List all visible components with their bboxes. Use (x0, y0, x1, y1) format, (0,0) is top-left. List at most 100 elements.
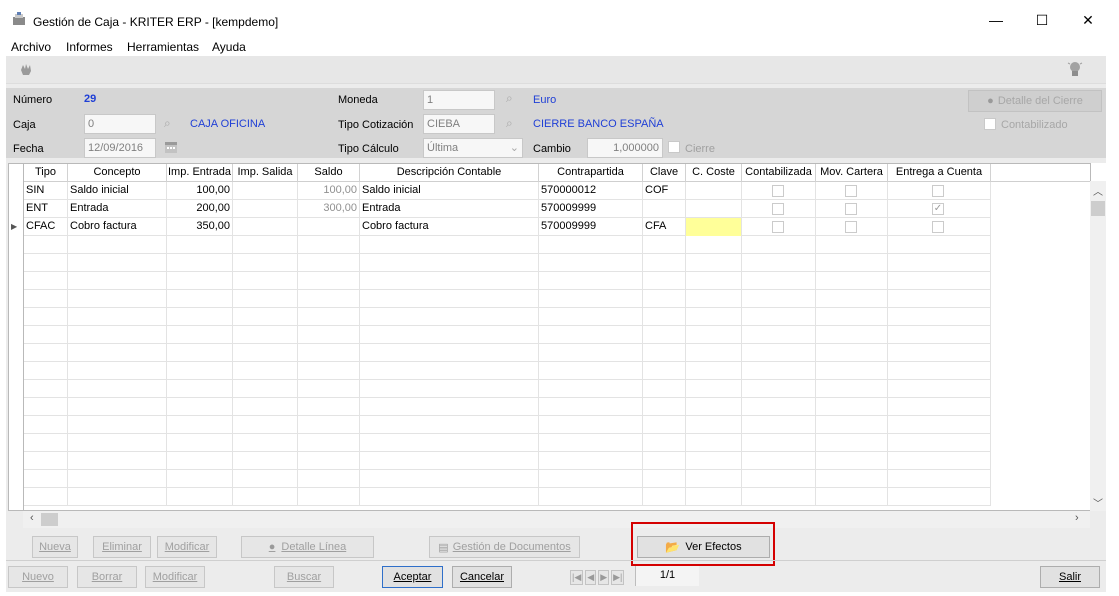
lightbulb-icon[interactable] (1067, 60, 1083, 78)
contabilizado-checkbox[interactable] (984, 118, 996, 130)
column-header-descripcion-contable[interactable]: Descripción Contable (360, 164, 539, 182)
horizontal-scrollbar[interactable]: ‹ › (23, 511, 1090, 528)
column-header-imp-entrada[interactable]: Imp. Entrada (167, 164, 233, 182)
cancelar-button[interactable]: Cancelar (452, 566, 512, 588)
cell-imp-salida[interactable] (233, 182, 298, 200)
scroll-left-icon[interactable]: ‹ (30, 512, 34, 524)
column-header-clave[interactable]: Clave (643, 164, 686, 182)
gestion-documentos-button[interactable]: ▤ Gestión de Documentos (429, 536, 580, 558)
scroll-right-icon[interactable]: › (1075, 512, 1079, 524)
cell-clave[interactable]: COF (643, 182, 686, 200)
column-header-imp-salida[interactable]: Imp. Salida (233, 164, 298, 182)
contabilizada-checkbox[interactable] (772, 185, 784, 197)
column-header-saldo[interactable]: Saldo (298, 164, 360, 182)
entrega-cuenta-checkbox-checked[interactable]: ✓ (932, 203, 944, 215)
scroll-up-icon[interactable]: ︿ (1093, 183, 1103, 198)
entrega-cuenta-checkbox[interactable] (932, 221, 944, 233)
tipo-cotizacion-input[interactable]: CIEBA (423, 114, 495, 134)
cell-concepto[interactable]: Saldo inicial (68, 182, 167, 200)
aceptar-button[interactable]: Aceptar (382, 566, 443, 588)
cell-tipo[interactable]: SIN (24, 182, 68, 200)
moneda-input[interactable]: 1 (423, 90, 495, 110)
empty-cell (539, 362, 643, 380)
nueva-line-button[interactable]: Nueva (32, 536, 78, 558)
contabilizada-checkbox[interactable] (772, 221, 784, 233)
caja-input[interactable]: 0 (84, 114, 156, 134)
cell-imp-salida[interactable] (233, 200, 298, 218)
cell-c-coste-selected[interactable] (686, 218, 742, 236)
cell-imp-entrada[interactable]: 100,00 (167, 182, 233, 200)
last-record-icon[interactable]: ▶| (611, 569, 625, 585)
cell-descripcion[interactable]: Saldo inicial (360, 182, 539, 200)
movements-grid[interactable]: Tipo Concepto Imp. Entrada Imp. Salida S… (23, 163, 1091, 511)
buscar-button[interactable]: Buscar (274, 566, 334, 588)
scroll-thumb[interactable] (1091, 201, 1105, 216)
column-header-concepto[interactable]: Concepto (68, 164, 167, 182)
hand-icon[interactable] (18, 61, 34, 77)
menu-herramientas[interactable]: Herramientas (127, 40, 199, 54)
hscroll-thumb[interactable] (41, 513, 58, 526)
vertical-scrollbar[interactable]: ︿ ﹀ (1090, 163, 1106, 511)
cell-contrapartida[interactable]: 570009999 (539, 200, 643, 218)
calendar-icon[interactable] (164, 140, 178, 154)
table-row[interactable]: ENT Entrada 200,00 300,00 Entrada 570009… (24, 200, 991, 218)
cell-concepto[interactable]: Entrada (68, 200, 167, 218)
cell-concepto[interactable]: Cobro factura (68, 218, 167, 236)
column-header-c-coste[interactable]: C. Coste (686, 164, 742, 182)
scroll-down-icon[interactable]: ﹀ (1093, 495, 1103, 510)
detalle-linea-button[interactable]: ● Detalle Línea (241, 536, 374, 558)
column-header-entrega-cuenta[interactable]: Entrega a Cuenta (888, 164, 991, 182)
borrar-button[interactable]: Borrar (77, 566, 137, 588)
empty-cell (816, 344, 888, 362)
column-header-contabilizada[interactable]: Contabilizada (742, 164, 816, 182)
contabilizada-checkbox[interactable] (772, 203, 784, 215)
nuevo-button[interactable]: Nuevo (8, 566, 68, 588)
caja-search-icon[interactable]: ⌕ (164, 116, 171, 131)
modificar-button[interactable]: Modificar (145, 566, 205, 588)
cell-clave[interactable]: CFA (643, 218, 686, 236)
column-header-mov-cartera[interactable]: Mov. Cartera (816, 164, 888, 182)
modificar-line-button[interactable]: Modificar (157, 536, 217, 558)
cell-tipo[interactable]: ENT (24, 200, 68, 218)
empty-table-row (24, 272, 991, 290)
menu-archivo[interactable]: Archivo (11, 40, 51, 54)
previous-record-icon[interactable]: ◀ (585, 569, 597, 585)
cell-imp-salida[interactable] (233, 218, 298, 236)
cierre-checkbox[interactable] (668, 141, 680, 153)
cambio-input[interactable]: 1,000000 (587, 138, 663, 158)
cell-contrapartida[interactable]: 570000012 (539, 182, 643, 200)
cell-tipo[interactable]: CFAC (24, 218, 68, 236)
fecha-input[interactable]: 12/09/2016 (84, 138, 156, 158)
minimize-button[interactable]: — (973, 5, 1019, 35)
mov-cartera-checkbox[interactable] (845, 203, 857, 215)
cell-descripcion[interactable]: Entrada (360, 200, 539, 218)
cell-clave[interactable] (643, 200, 686, 218)
table-row[interactable]: SIN Saldo inicial 100,00 100,00 Saldo in… (24, 182, 991, 200)
table-row[interactable]: CFAC Cobro factura 350,00 Cobro factura … (24, 218, 991, 236)
mov-cartera-checkbox[interactable] (845, 221, 857, 233)
first-record-icon[interactable]: |◀ (570, 569, 584, 585)
detalle-cierre-button[interactable]: ● Detalle del Cierre (968, 90, 1102, 112)
entrega-cuenta-checkbox[interactable] (932, 185, 944, 197)
cell-imp-entrada[interactable]: 350,00 (167, 218, 233, 236)
cell-contrapartida[interactable]: 570009999 (539, 218, 643, 236)
cell-c-coste[interactable] (686, 200, 742, 218)
tipo-calculo-select[interactable]: Última ⌄ (423, 138, 523, 158)
cell-imp-entrada[interactable]: 200,00 (167, 200, 233, 218)
cell-descripcion[interactable]: Cobro factura (360, 218, 539, 236)
salir-button[interactable]: Salir (1040, 566, 1100, 588)
eliminar-line-button[interactable]: Eliminar (93, 536, 151, 558)
menu-ayuda[interactable]: Ayuda (212, 40, 246, 54)
menu-informes[interactable]: Informes (66, 40, 113, 54)
tipo-cotizacion-search-icon[interactable]: ⌕ (506, 116, 513, 131)
next-record-icon[interactable]: ▶ (598, 569, 610, 585)
empty-cell (233, 398, 298, 416)
empty-cell (233, 254, 298, 272)
close-button[interactable]: ✕ (1065, 5, 1111, 35)
column-header-tipo[interactable]: Tipo (24, 164, 68, 182)
maximize-button[interactable]: ☐ (1019, 5, 1065, 35)
moneda-search-icon[interactable]: ⌕ (506, 91, 513, 106)
mov-cartera-checkbox[interactable] (845, 185, 857, 197)
column-header-contrapartida[interactable]: Contrapartida (539, 164, 643, 182)
cell-c-coste[interactable] (686, 182, 742, 200)
